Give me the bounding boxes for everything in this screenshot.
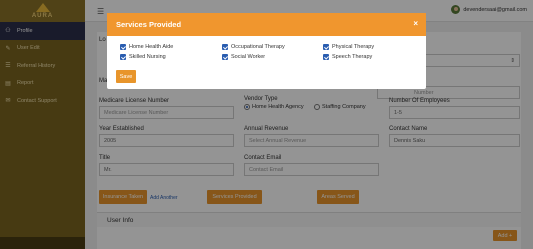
- service-checkbox-social-worker[interactable]: Social Worker: [222, 54, 265, 60]
- checkbox-checked-icon: [323, 44, 329, 50]
- checkbox-label: Speech Therapy: [332, 54, 373, 60]
- modal-title: Services Provided: [116, 20, 182, 29]
- close-icon[interactable]: ×: [413, 19, 418, 28]
- checkbox-checked-icon: [120, 54, 126, 60]
- service-checkbox-occupational-therapy[interactable]: Occupational Therapy: [222, 44, 285, 50]
- service-checkbox-physical-therapy[interactable]: Physical Therapy: [323, 44, 374, 50]
- checkbox-checked-icon: [323, 54, 329, 60]
- save-button[interactable]: Save: [116, 70, 136, 83]
- checkbox-label: Skilled Nursing: [129, 54, 166, 60]
- modal-header: Services Provided ×: [107, 13, 426, 36]
- checkbox-label: Occupational Therapy: [231, 44, 285, 50]
- service-checkbox-skilled-nursing[interactable]: Skilled Nursing: [120, 54, 166, 60]
- services-modal: Services Provided × Home Health Aide Occ…: [107, 13, 426, 89]
- service-checkbox-home-health-aide[interactable]: Home Health Aide: [120, 44, 173, 50]
- checkbox-checked-icon: [222, 54, 228, 60]
- checkbox-checked-icon: [120, 44, 126, 50]
- checkbox-label: Physical Therapy: [332, 44, 375, 50]
- service-checkbox-speech-therapy[interactable]: Speech Therapy: [323, 54, 372, 60]
- checkbox-label: Social Worker: [231, 54, 266, 60]
- checkbox-checked-icon: [222, 44, 228, 50]
- checkbox-label: Home Health Aide: [129, 44, 174, 50]
